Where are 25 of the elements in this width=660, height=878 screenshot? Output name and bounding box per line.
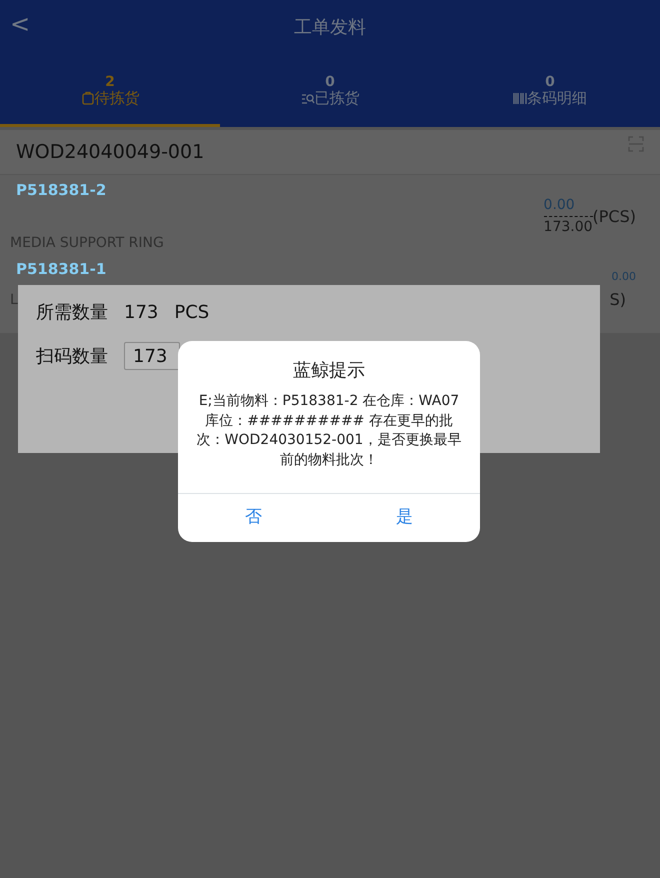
quantity-input[interactable]: 173	[124, 342, 180, 370]
required-value: 173	[124, 301, 158, 325]
required-unit: PCS	[174, 301, 210, 325]
confirm-button[interactable]: 是	[329, 494, 480, 542]
scan-label: 扫码数量	[36, 344, 108, 368]
required-quantity: 173.00	[544, 216, 593, 238]
unit-label: S)	[610, 289, 626, 311]
clipboard-icon	[80, 91, 94, 106]
order-number: WOD24040049-001	[16, 140, 204, 165]
picked-quantity: 0.00	[612, 268, 636, 284]
item-code[interactable]: P518381-1	[16, 258, 106, 285]
item-code[interactable]: P518381-2	[16, 179, 164, 202]
dialog-message: E;当前物料：P518381-2 在仓库：WA07 库位：########## 存在更早的批次：WOD24030152-001，是否更换最早前的物料批次！	[196, 392, 462, 470]
tab[interactable]: 2 待拣货	[0, 54, 220, 127]
unit-label: (PCS)	[592, 206, 636, 228]
tab[interactable]: 0 已拣货	[220, 54, 440, 127]
required-label: 所需数量	[36, 301, 108, 325]
cancel-button[interactable]: 否	[178, 494, 329, 542]
tab[interactable]: 0 条码明细	[440, 54, 660, 127]
dialog-title: 蓝鲸提示	[293, 359, 365, 383]
picked-quantity: 0.00	[544, 196, 576, 215]
back-button[interactable]: <	[10, 12, 30, 36]
barcode-icon	[513, 91, 527, 106]
scan-icon[interactable]	[628, 136, 644, 152]
page-title: 工单发料	[294, 16, 366, 40]
